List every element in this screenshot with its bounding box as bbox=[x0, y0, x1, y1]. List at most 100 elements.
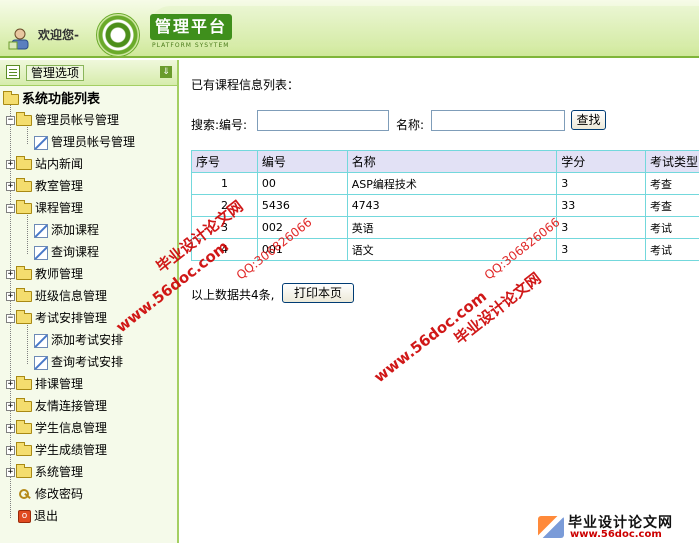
sidebar-item-logout[interactable]: o 退出 bbox=[18, 506, 58, 526]
sidebar-item-label: 站内新闻 bbox=[35, 157, 84, 171]
search-code-input[interactable] bbox=[257, 110, 389, 131]
sidebar-item-student-info[interactable]: + 学生信息管理 bbox=[6, 418, 107, 438]
table-cell: 3 bbox=[556, 238, 646, 261]
table-cell: 3 bbox=[556, 172, 646, 195]
table-row: 2 5436 4743 33 考查 bbox=[191, 194, 699, 217]
sidebar-item-exam-schedule[interactable]: − 考试安排管理 bbox=[6, 308, 107, 328]
sidebar-item-label: 考试安排管理 bbox=[35, 311, 108, 325]
sidebar-item-links[interactable]: + 友情连接管理 bbox=[6, 396, 107, 416]
sidebar-item-timetable[interactable]: + 排课管理 bbox=[6, 374, 83, 394]
plus-icon[interactable]: + bbox=[6, 182, 15, 191]
folder-icon bbox=[16, 178, 32, 192]
minus-icon[interactable]: − bbox=[6, 116, 15, 125]
page-edit-icon bbox=[34, 135, 48, 150]
folder-icon bbox=[16, 420, 32, 434]
key-icon bbox=[18, 488, 32, 502]
folder-open-icon bbox=[3, 91, 19, 105]
main-content: 已有课程信息列表： 搜索:编号: 名称: 查找 序号 编号 名称 学分 考试类型… bbox=[181, 60, 699, 543]
search-button[interactable]: 查找 bbox=[571, 110, 606, 130]
sidebar-item-label: 教师管理 bbox=[35, 267, 84, 281]
folder-icon bbox=[16, 464, 32, 478]
table-cell: 考试 bbox=[645, 238, 699, 261]
collapse-arrow-icon[interactable]: ⇓ bbox=[160, 66, 172, 78]
sidebar-subitem-label: 添加课程 bbox=[51, 223, 100, 237]
logo-target-icon bbox=[96, 13, 140, 56]
table-cell: 3 bbox=[556, 216, 646, 239]
table-header-row: 序号 编号 名称 学分 考试类型 bbox=[191, 150, 699, 173]
logo-subtitle: PLATFORM SYSYTEM bbox=[152, 42, 230, 49]
plus-icon[interactable]: + bbox=[6, 468, 15, 477]
user-icon bbox=[8, 28, 29, 50]
plus-icon[interactable]: + bbox=[6, 380, 15, 389]
page-edit-icon bbox=[34, 355, 48, 370]
table-cell: 5436 bbox=[256, 194, 348, 217]
header-band bbox=[150, 6, 699, 44]
column-header: 编号 bbox=[256, 150, 348, 173]
sidebar-subitem-query-exam[interactable]: 查询考试安排 bbox=[34, 352, 123, 372]
record-count-text: 以上数据共4条, bbox=[191, 288, 275, 302]
sidebar-subitem-label: 查询课程 bbox=[51, 245, 100, 259]
print-button[interactable]: 打印本页 bbox=[282, 283, 354, 303]
welcome-text: 欢迎您- bbox=[38, 28, 79, 42]
sidebar-item-student-scores[interactable]: + 学生成绩管理 bbox=[6, 440, 107, 460]
minus-icon[interactable]: − bbox=[6, 314, 15, 323]
sidebar-item-classroom[interactable]: + 教室管理 bbox=[6, 176, 83, 196]
folder-icon bbox=[16, 156, 32, 170]
column-header: 学分 bbox=[556, 150, 646, 173]
sidebar-subitem-label: 查询考试安排 bbox=[51, 355, 124, 369]
plus-icon[interactable]: + bbox=[6, 292, 15, 301]
sidebar-subitem-query-course[interactable]: 查询课程 bbox=[34, 242, 99, 262]
sidebar-subitem-add-exam[interactable]: 添加考试安排 bbox=[34, 330, 123, 350]
sidebar-item-label: 学生成绩管理 bbox=[35, 443, 108, 457]
folder-icon bbox=[16, 442, 32, 456]
plus-icon[interactable]: + bbox=[6, 424, 15, 433]
table-cell: 00 bbox=[256, 172, 348, 195]
search-name-label: 名称: bbox=[396, 118, 425, 132]
table-cell: 考查 bbox=[645, 172, 699, 195]
plus-icon[interactable]: + bbox=[6, 160, 15, 169]
table-cell: 1 bbox=[191, 172, 258, 195]
sidebar-subitem-admin-account[interactable]: 管理员帐号管理 bbox=[34, 132, 135, 152]
column-header: 考试类型 bbox=[645, 150, 699, 173]
table-cell: 33 bbox=[556, 194, 646, 217]
page-edit-icon bbox=[34, 223, 48, 238]
plus-icon[interactable]: + bbox=[6, 446, 15, 455]
page-edit-icon bbox=[34, 245, 48, 260]
sidebar-subitem-add-course[interactable]: 添加课程 bbox=[34, 220, 99, 240]
plus-icon[interactable]: + bbox=[6, 402, 15, 411]
sidebar-item-class-info[interactable]: + 班级信息管理 bbox=[6, 286, 107, 306]
sidebar-item-admin-account[interactable]: − 管理员帐号管理 bbox=[6, 110, 119, 130]
tree-guide-line bbox=[27, 322, 28, 364]
sidebar-item-course[interactable]: − 课程管理 bbox=[6, 198, 83, 218]
footer-logo: 毕业设计论文网 www.56doc.com bbox=[530, 508, 699, 543]
tree-root[interactable]: 系统功能列表 bbox=[3, 90, 100, 110]
folder-icon bbox=[16, 266, 32, 280]
logo-icon bbox=[538, 516, 564, 538]
sidebar-item-label: 系统管理 bbox=[35, 465, 84, 479]
sidebar-item-teacher[interactable]: + 教师管理 bbox=[6, 264, 83, 284]
page-title: 已有课程信息列表： bbox=[191, 78, 300, 92]
table-cell: 4743 bbox=[346, 194, 558, 217]
sidebar-item-system[interactable]: + 系统管理 bbox=[6, 462, 83, 482]
footer-logo-url: www.56doc.com bbox=[570, 529, 662, 540]
search-name-input[interactable] bbox=[431, 110, 565, 131]
folder-open-icon bbox=[16, 200, 32, 214]
sidebar-item-change-password[interactable]: 修改密码 bbox=[18, 484, 83, 504]
sidebar-item-news[interactable]: + 站内新闻 bbox=[6, 154, 83, 174]
folder-open-icon bbox=[16, 112, 32, 126]
sidebar-item-label: 退出 bbox=[34, 509, 59, 523]
sidebar-item-label: 友情连接管理 bbox=[35, 399, 108, 413]
sidebar-subitem-label: 添加考试安排 bbox=[51, 333, 124, 347]
sidebar-subitem-label: 管理员帐号管理 bbox=[51, 135, 136, 149]
sidebar-header: 管理选项 ⇓ bbox=[0, 60, 177, 86]
sidebar-title: 管理选项 bbox=[26, 65, 85, 81]
sidebar-item-label: 班级信息管理 bbox=[35, 289, 108, 303]
table-cell: 英语 bbox=[346, 216, 558, 239]
sidebar-item-label: 修改密码 bbox=[35, 487, 84, 501]
page-edit-icon bbox=[34, 333, 48, 348]
search-code-label: 搜索:编号: bbox=[191, 118, 248, 132]
logo-title: 管理平台 bbox=[150, 14, 232, 40]
minus-icon[interactable]: − bbox=[6, 204, 15, 213]
table-cell: ASP编程技术 bbox=[346, 172, 558, 195]
plus-icon[interactable]: + bbox=[6, 270, 15, 279]
